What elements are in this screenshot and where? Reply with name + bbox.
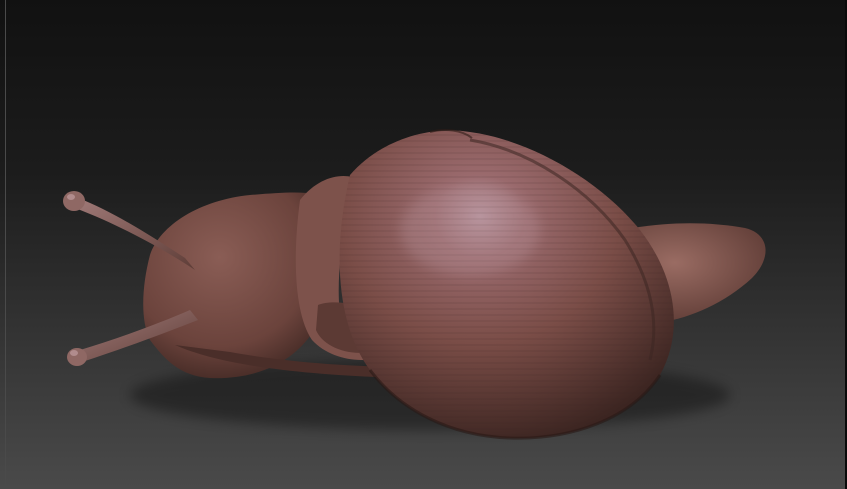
viewport-left-border [5,0,6,489]
background-gradient [0,0,847,489]
viewport-canvas[interactable] [0,0,847,489]
